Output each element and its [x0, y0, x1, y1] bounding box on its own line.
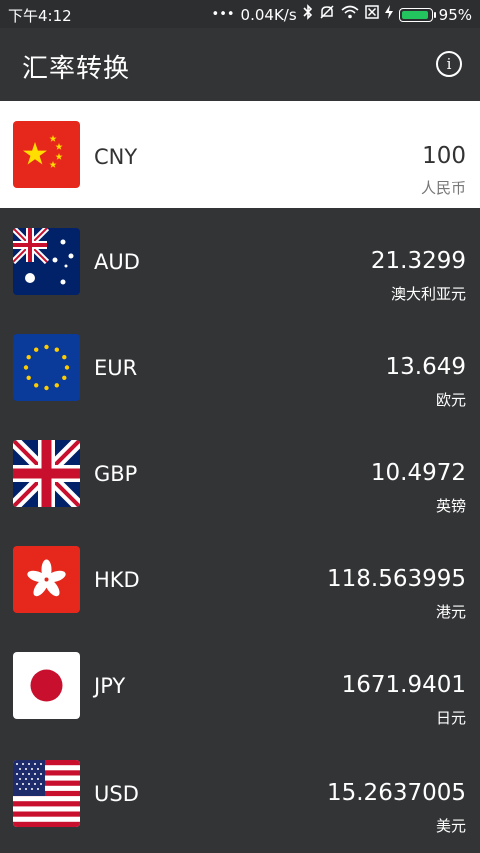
- app-bar: 汇率转换 i: [0, 28, 480, 100]
- eu-flag-icon: [13, 334, 80, 401]
- currency-code: USD: [94, 782, 139, 806]
- status-time: 下午4:12: [8, 7, 72, 25]
- currency-code: AUD: [94, 250, 140, 274]
- china-flag-icon: [13, 121, 80, 188]
- battery-icon: [398, 8, 436, 22]
- charging-icon: [384, 5, 393, 25]
- currency-code: HKD: [94, 568, 140, 592]
- base-currency-row[interactable]: CNY 100 人民币: [0, 101, 480, 208]
- currency-amount[interactable]: 10.4972: [371, 460, 466, 486]
- currency-amount[interactable]: 13.649: [386, 354, 466, 380]
- currency-code: EUR: [94, 356, 138, 380]
- more-dots-icon: •••: [211, 7, 235, 22]
- currency-code: JPY: [94, 674, 126, 698]
- info-button[interactable]: i: [436, 51, 462, 77]
- currency-row-jpy[interactable]: JPY 1671.9401 日元: [0, 632, 480, 738]
- status-bar: 下午4:12 ••• 0.04K/s 95%: [0, 0, 480, 28]
- currency-name: 美元: [435, 817, 466, 835]
- page-title: 汇率转换: [22, 54, 131, 84]
- status-icons: ••• 0.04K/s 95%: [212, 4, 472, 26]
- currency-row-usd[interactable]: USD 15.2637005 美元: [0, 740, 480, 846]
- currency-amount[interactable]: 118.563995: [327, 566, 466, 592]
- no-sim-icon: [364, 5, 379, 25]
- currency-row-hkd[interactable]: HKD 118.563995 港元: [0, 526, 480, 632]
- uk-flag-icon: [13, 440, 80, 507]
- currency-amount[interactable]: 100: [422, 143, 466, 169]
- usa-flag-icon: [13, 760, 80, 827]
- wifi-icon: [341, 5, 359, 25]
- japan-flag-icon: [13, 652, 80, 719]
- currency-code: GBP: [94, 462, 138, 486]
- battery-percent: 95%: [438, 6, 472, 24]
- currency-row-aud[interactable]: AUD 21.3299 澳大利亚元: [0, 208, 480, 314]
- info-icon: i: [446, 55, 452, 73]
- currency-name: 欧元: [435, 391, 466, 409]
- currency-row-gbp[interactable]: GBP 10.4972 英镑: [0, 420, 480, 526]
- mute-icon: [319, 4, 335, 26]
- currency-name: 港元: [435, 603, 466, 621]
- currency-amount[interactable]: 1671.9401: [342, 672, 466, 698]
- hongkong-flag-icon: [13, 546, 80, 613]
- currency-name: 英镑: [435, 497, 466, 515]
- australia-flag-icon: [13, 228, 80, 295]
- network-speed: 0.04K/s: [240, 6, 297, 24]
- currency-name: 日元: [435, 709, 466, 727]
- currency-amount[interactable]: 21.3299: [371, 248, 466, 274]
- currency-code: CNY: [94, 145, 138, 169]
- currency-row-eur[interactable]: EUR 13.649 欧元: [0, 314, 480, 420]
- bluetooth-icon: [303, 4, 313, 26]
- currency-name: 人民币: [420, 179, 466, 197]
- currency-name: 澳大利亚元: [390, 285, 466, 303]
- currency-amount[interactable]: 15.2637005: [327, 780, 466, 806]
